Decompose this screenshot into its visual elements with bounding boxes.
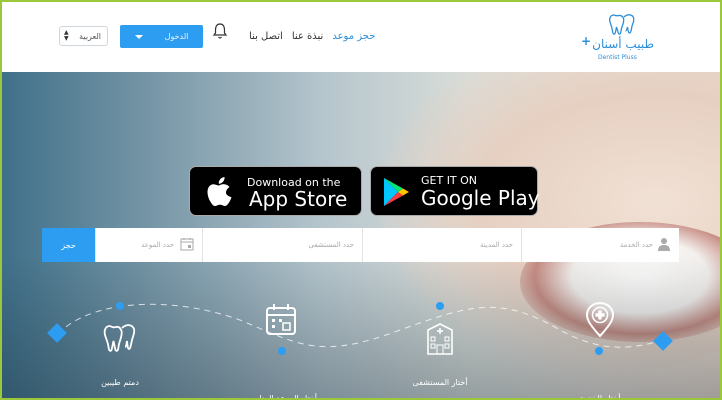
- step-choose-date-label: أختار الموعد المناسب: [244, 394, 318, 403]
- google-play-big-text: Google Play: [421, 186, 540, 210]
- login-dropdown-button[interactable]: الدخول: [120, 25, 203, 48]
- step-choose-service: أختار الخدمة: [530, 300, 670, 403]
- main-nav: حجز موعد نبذة عنا اتصل بنا: [249, 31, 375, 42]
- tooth-logo-icon: [608, 14, 635, 35]
- app-store-badge[interactable]: Download on the App Store: [189, 166, 362, 216]
- service-field[interactable]: حدد الخدمة: [521, 228, 679, 262]
- doctor-icon: [658, 238, 670, 251]
- hospital-icon: [427, 323, 453, 355]
- google-play-badge[interactable]: GET IT ON Google Play: [370, 166, 540, 216]
- select-arrows-icon: ▲ ▼: [64, 29, 69, 42]
- hospital-field[interactable]: حدد المستشفى: [202, 228, 362, 262]
- header: ▲ ▼ العربية الدخول حجز موعد نبذة عنا اتصل…: [0, 0, 722, 72]
- booking-search-bar: حجز حدد الموعد حدد المستشفى حدد المدينة …: [42, 228, 679, 262]
- hospital-placeholder: حدد المستشفى: [308, 241, 354, 249]
- service-placeholder: حدد الخدمة: [619, 241, 653, 249]
- teeth-icon: [103, 324, 136, 352]
- nav-item-about[interactable]: نبذة عنا: [292, 31, 324, 42]
- google-play-icon: [384, 178, 409, 206]
- calendar-icon: [180, 238, 194, 251]
- step-choose-hospital: أختار المستشفى: [370, 318, 510, 387]
- city-placeholder: حدد المدينة: [480, 241, 513, 249]
- step-choose-date: أختار الموعد المناسب: [211, 300, 351, 403]
- login-label: الدخول: [164, 32, 189, 41]
- step-choose-service-label: أختار الخدمة: [579, 394, 621, 403]
- language-select-value: العربية: [79, 31, 101, 41]
- book-button[interactable]: حجز: [42, 228, 95, 262]
- nav-item-book[interactable]: حجز موعد: [332, 31, 375, 42]
- location-plus-icon: [585, 301, 615, 338]
- nav-item-contact[interactable]: اتصل بنا: [249, 31, 283, 42]
- app-store-big-text: App Store: [249, 187, 348, 211]
- site-logo[interactable]: + طبيب أسنان Dentist Pluss: [578, 12, 658, 64]
- city-field[interactable]: حدد المدينة: [362, 228, 521, 262]
- bell-icon[interactable]: [212, 22, 228, 40]
- language-select[interactable]: ▲ ▼ العربية: [59, 26, 108, 46]
- apple-icon: [207, 177, 232, 206]
- step-done-label: دمتم طيبين: [101, 378, 139, 387]
- chevron-down-icon: [134, 34, 143, 39]
- logo-title: طبيب أسنان: [592, 37, 654, 51]
- step-choose-hospital-label: أختار المستشفى: [412, 378, 468, 387]
- booking-steps: دمتم طيبين أختار الموعد المناسب أختار ال…: [0, 290, 722, 403]
- logo-subtitle: Dentist Pluss: [598, 54, 637, 61]
- date-field[interactable]: حدد الموعد: [95, 228, 202, 262]
- step-done: دمتم طيبين: [50, 318, 190, 387]
- calendar-icon: [266, 304, 296, 335]
- date-placeholder: حدد الموعد: [141, 241, 174, 249]
